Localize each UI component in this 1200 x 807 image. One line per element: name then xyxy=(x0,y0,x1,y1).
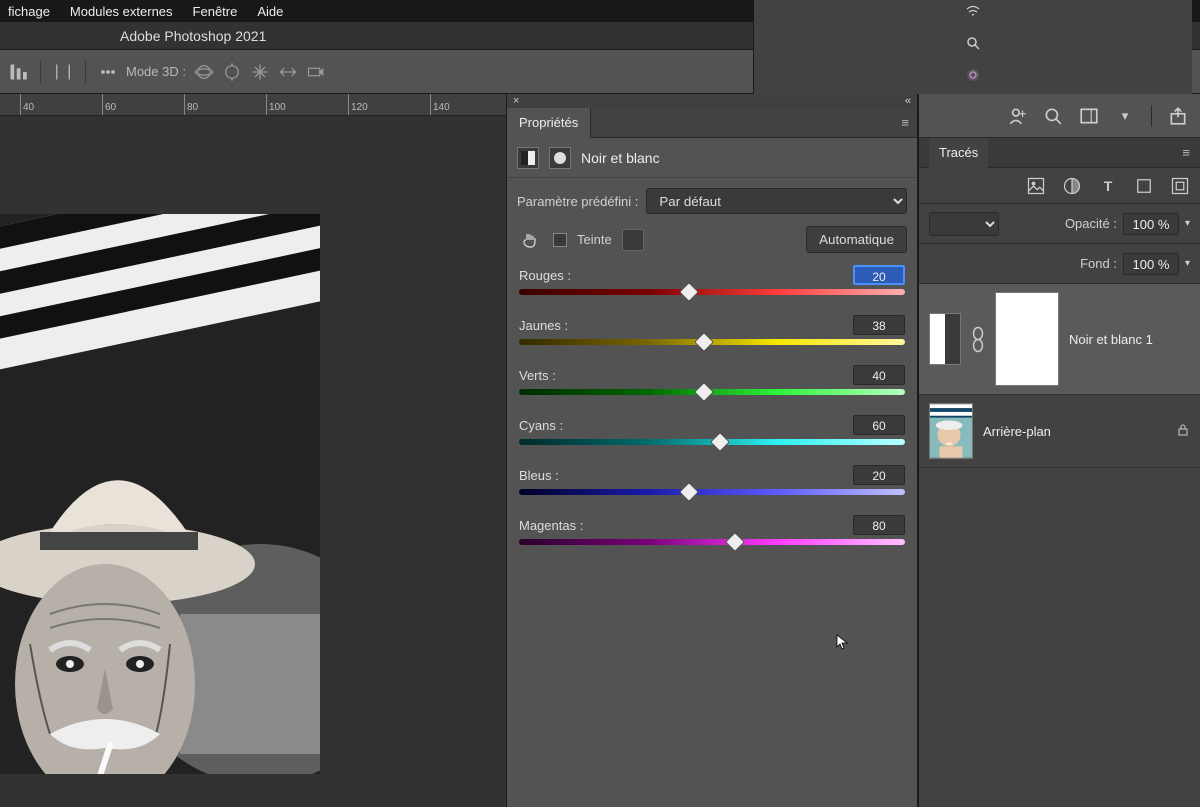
panel-menu-button[interactable]: ≡ xyxy=(893,115,917,130)
slider-value-input[interactable]: 38 xyxy=(853,315,905,335)
color-slider: Magentas : 80 xyxy=(519,515,905,545)
color-slider: Verts : 40 xyxy=(519,365,905,395)
slider-value-input[interactable]: 20 xyxy=(853,265,905,285)
tint-label: Teinte xyxy=(577,232,612,247)
layer-mask-thumb[interactable] xyxy=(995,292,1059,386)
right-panels: ▾ Tracés ≡ T Opacité : 100 % ▾ xyxy=(918,94,1200,807)
color-slider: Jaunes : 38 xyxy=(519,315,905,345)
filter-shape-icon[interactable] xyxy=(1134,176,1154,196)
adjustment-thumb-icon xyxy=(929,313,961,365)
more-icon[interactable] xyxy=(98,62,118,82)
layer-thumb xyxy=(929,403,973,459)
layer-mask-icon xyxy=(549,147,571,169)
slide-icon[interactable] xyxy=(278,62,298,82)
filter-type-icon[interactable]: T xyxy=(1098,176,1118,196)
canvas-image[interactable] xyxy=(0,214,320,774)
pan-icon[interactable] xyxy=(250,62,270,82)
mac-menubar: fichage Modules externes Fenêtre Aide xyxy=(0,0,1200,22)
auto-button[interactable]: Automatique xyxy=(806,226,907,253)
tint-checkbox[interactable] xyxy=(553,233,567,247)
targeted-adjustment-icon[interactable] xyxy=(517,227,543,253)
ruler-tick: 100 xyxy=(266,94,286,116)
menu-modules-externes[interactable]: Modules externes xyxy=(70,4,173,19)
slider-track[interactable] xyxy=(519,339,905,345)
camera-3d-icon[interactable] xyxy=(306,62,326,82)
ruler-tick: 60 xyxy=(102,94,116,116)
ruler-tick: 40 xyxy=(20,94,34,116)
slider-thumb[interactable] xyxy=(725,532,745,552)
align-icon[interactable] xyxy=(53,62,73,82)
filter-smart-icon[interactable] xyxy=(1170,176,1190,196)
opacity-value[interactable]: 100 % xyxy=(1123,213,1179,235)
slider-value-input[interactable]: 80 xyxy=(853,515,905,535)
panel-menu-button[interactable]: ≡ xyxy=(1182,145,1190,160)
mode3d-label: Mode 3D : xyxy=(126,64,186,79)
slider-value-input[interactable]: 40 xyxy=(853,365,905,385)
slider-label: Bleus : xyxy=(519,468,559,483)
color-slider: Cyans : 60 xyxy=(519,415,905,445)
layer-row[interactable]: Arrière-plan xyxy=(919,395,1200,468)
menu-aide[interactable]: Aide xyxy=(257,4,283,19)
status-search-icon[interactable] xyxy=(965,35,981,51)
slider-track[interactable] xyxy=(519,539,905,545)
preset-label: Paramètre prédéfini : xyxy=(517,194,638,209)
slider-label: Rouges : xyxy=(519,268,571,283)
preset-select[interactable]: Par défaut xyxy=(646,188,907,214)
roll-icon[interactable] xyxy=(222,62,242,82)
ruler-tick: 80 xyxy=(184,94,198,116)
lock-icon xyxy=(1176,423,1190,440)
tool-preset-icon[interactable] xyxy=(8,62,28,82)
slider-label: Verts : xyxy=(519,368,556,383)
slider-thumb[interactable] xyxy=(694,382,714,402)
status-wifi-icon[interactable] xyxy=(965,3,981,19)
slider-value-input[interactable]: 60 xyxy=(853,415,905,435)
tab-traces[interactable]: Tracés xyxy=(929,138,988,168)
tab-properties[interactable]: Propriétés xyxy=(507,108,591,138)
fill-value[interactable]: 100 % xyxy=(1123,253,1179,275)
slider-thumb[interactable] xyxy=(694,332,714,352)
export-icon[interactable] xyxy=(1168,106,1188,126)
menu-fenetre[interactable]: Fenêtre xyxy=(193,4,238,19)
chevron-down-icon[interactable]: ▾ xyxy=(1115,106,1135,126)
slider-thumb[interactable] xyxy=(710,432,730,452)
slider-thumb[interactable] xyxy=(679,282,699,302)
collapse-panel-button[interactable]: « xyxy=(905,95,911,107)
slider-label: Magentas : xyxy=(519,518,583,533)
slider-value-input[interactable]: 20 xyxy=(853,465,905,485)
layer-name[interactable]: Arrière-plan xyxy=(983,424,1051,439)
canvas-area[interactable]: 40 60 80 100 120 140 xyxy=(0,94,506,807)
close-panel-button[interactable]: × xyxy=(513,95,519,107)
color-slider: Rouges : 20 xyxy=(519,265,905,295)
status-siri-icon[interactable] xyxy=(965,67,981,83)
share-person-icon[interactable] xyxy=(1007,106,1027,126)
slider-track[interactable] xyxy=(519,439,905,445)
slider-label: Cyans : xyxy=(519,418,563,433)
horizontal-ruler: 40 60 80 100 120 140 xyxy=(0,94,506,116)
search-icon[interactable] xyxy=(1043,106,1063,126)
slider-track[interactable] xyxy=(519,489,905,495)
workspace-icon[interactable] xyxy=(1079,106,1099,126)
slider-track[interactable] xyxy=(519,289,905,295)
filter-adjustment-icon[interactable] xyxy=(1062,176,1082,196)
adjustment-title: Noir et blanc xyxy=(581,150,660,166)
slider-thumb[interactable] xyxy=(679,482,699,502)
filter-image-icon[interactable] xyxy=(1026,176,1046,196)
properties-panel: × « Propriétés ≡ Noir et blanc Paramètre… xyxy=(506,94,918,807)
ruler-tick: 140 xyxy=(430,94,450,116)
layer-row[interactable]: Noir et blanc 1 xyxy=(919,284,1200,395)
color-slider: Bleus : 20 xyxy=(519,465,905,495)
blend-mode-select[interactable] xyxy=(929,212,999,236)
ruler-tick: 120 xyxy=(348,94,368,116)
tint-swatch[interactable] xyxy=(622,229,644,251)
adjustment-layer-icon xyxy=(517,147,539,169)
link-icon[interactable] xyxy=(969,330,987,348)
layer-name[interactable]: Noir et blanc 1 xyxy=(1069,332,1153,347)
menu-fichage[interactable]: fichage xyxy=(8,4,50,19)
slider-label: Jaunes : xyxy=(519,318,568,333)
orbit-icon[interactable] xyxy=(194,62,214,82)
fill-label: Fond : xyxy=(1080,256,1117,271)
slider-track[interactable] xyxy=(519,389,905,395)
opacity-label: Opacité : xyxy=(1065,216,1117,231)
